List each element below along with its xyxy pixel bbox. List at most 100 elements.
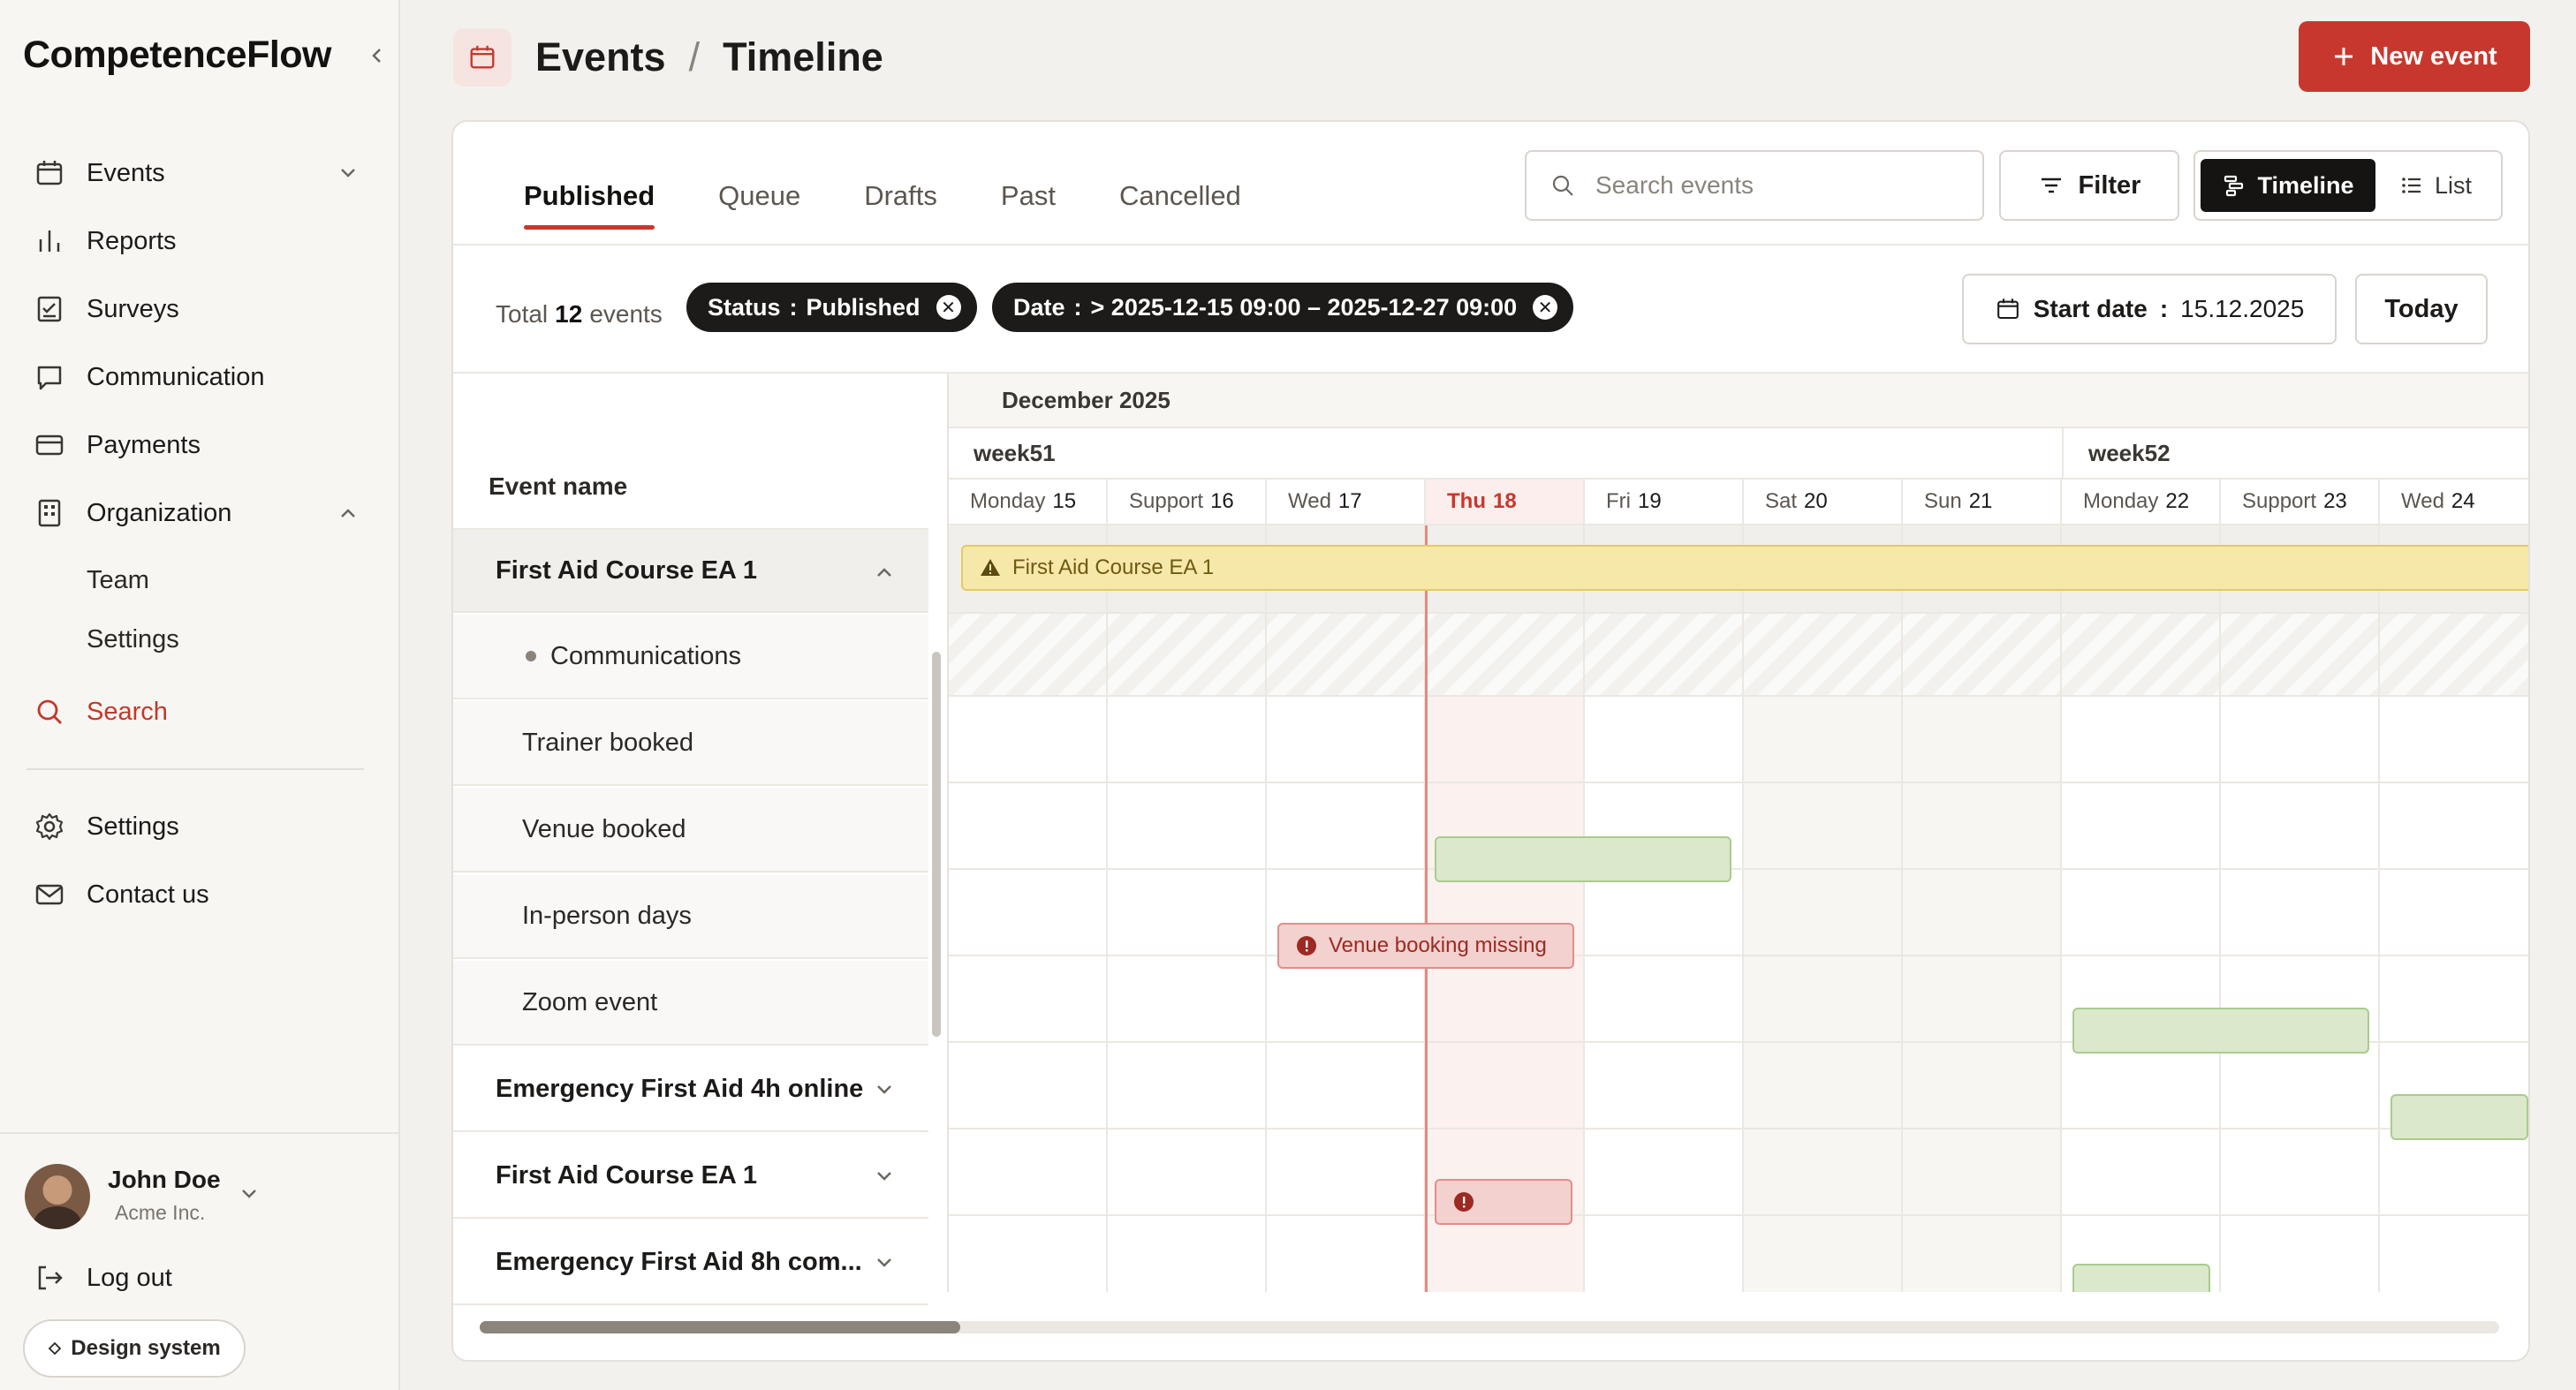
- sidebar-item-payments[interactable]: Payments: [34, 419, 360, 472]
- grid-line: [1583, 525, 1585, 1292]
- grid-line: [949, 868, 2528, 870]
- chevron-down-icon[interactable]: [237, 1182, 261, 1206]
- task-bar-zoom-event[interactable]: [2390, 1094, 2528, 1140]
- sidebar-item-events[interactable]: Events: [34, 147, 360, 200]
- week-header-52: week52: [2062, 428, 2528, 480]
- sidebar-item-surveys[interactable]: Surveys: [34, 283, 360, 336]
- filter-chip-date[interactable]: Date : > 2025-12-15 09:00 – 2025-12-27 0…: [992, 283, 1574, 332]
- view-list-button[interactable]: List: [2375, 159, 2496, 212]
- user-org: Acme Inc.: [115, 1201, 206, 1224]
- warning-icon: [981, 559, 1000, 576]
- calendar-icon: [470, 45, 495, 69]
- chip-key: Date: [1013, 293, 1065, 321]
- chevron-down-icon[interactable]: [872, 1164, 897, 1189]
- tabs-divider: [453, 244, 2528, 246]
- sidebar-subitem-team[interactable]: Team: [87, 558, 149, 602]
- avatar[interactable]: [25, 1164, 90, 1229]
- close-icon[interactable]: ✕: [936, 295, 961, 320]
- horizontal-scrollbar-thumb[interactable]: [480, 1321, 960, 1333]
- event-bar-success[interactable]: [2072, 1264, 2210, 1292]
- search-icon: [1552, 175, 1573, 196]
- sidebar-item-reports[interactable]: Reports: [34, 215, 360, 268]
- tab-past[interactable]: Past: [1001, 170, 1056, 223]
- event-row[interactable]: Emergency First Aid 8h com...: [453, 1220, 928, 1305]
- subtask-row[interactable]: Zoom event: [453, 961, 928, 1046]
- task-bar-trainer-booked[interactable]: [1435, 836, 1731, 882]
- sidebar-item-settings[interactable]: Settings: [34, 800, 360, 853]
- sidebar-item-label: Search: [87, 697, 168, 726]
- logout-button[interactable]: Log out: [34, 1256, 172, 1300]
- view-timeline-button[interactable]: Timeline: [2201, 159, 2375, 212]
- day-header: Wed 17: [1267, 480, 1426, 525]
- close-icon[interactable]: ✕: [1533, 295, 1558, 320]
- event-row[interactable]: First Aid Course EA 1: [453, 1134, 928, 1219]
- breadcrumb-events[interactable]: Events: [535, 34, 666, 80]
- sidebar-item-communication[interactable]: Communication: [34, 351, 360, 404]
- start-date-picker[interactable]: Start date : 15.12.2025: [1962, 274, 2337, 344]
- sidebar-item-label: Settings: [87, 812, 179, 841]
- today-button[interactable]: Today: [2355, 274, 2488, 344]
- search-input[interactable]: [1595, 171, 1966, 200]
- design-system-button[interactable]: Design system: [23, 1319, 246, 1378]
- day-header: Wed 24: [2380, 480, 2528, 525]
- day-header: Sat 20: [1744, 480, 1903, 525]
- grid-line: [949, 1128, 2528, 1129]
- sidebar-subitem-settings[interactable]: Settings: [87, 617, 179, 661]
- new-event-button[interactable]: New event: [2299, 21, 2530, 92]
- tab-drafts[interactable]: Drafts: [864, 170, 937, 223]
- subtask-row-label: Zoom event: [522, 987, 658, 1016]
- tab-cancelled[interactable]: Cancelled: [1119, 170, 1241, 223]
- event-bar-label: First Aid Course EA 1: [1012, 555, 1215, 579]
- day-number: 20: [1804, 489, 1828, 513]
- view-timeline-label: Timeline: [2257, 171, 2354, 199]
- day-number: 18: [1492, 489, 1517, 513]
- mail-icon: [35, 884, 64, 905]
- week-header-51: week51: [949, 428, 2062, 480]
- chevron-up-icon[interactable]: [336, 501, 360, 525]
- tab-queue[interactable]: Queue: [718, 170, 800, 223]
- sidebar-item-contact-us[interactable]: Contact us: [34, 868, 360, 921]
- sidebar-item-label: Contact us: [87, 880, 209, 909]
- day-number: 15: [1052, 489, 1077, 513]
- total-events: Total 12 events: [496, 291, 663, 337]
- subtask-row[interactable]: Venue booked: [453, 788, 928, 873]
- event-row[interactable]: Emergency First Aid 4h online: [453, 1047, 928, 1132]
- search-field[interactable]: [1525, 150, 1984, 221]
- task-bar-in-person-days[interactable]: [2072, 1008, 2369, 1054]
- event-bar-warning[interactable]: First Aid Course EA 1: [961, 545, 2528, 591]
- day-name: Support: [2242, 489, 2317, 513]
- timeline-card: Published Queue Drafts Past Cancelled Fi…: [451, 120, 2530, 1362]
- subtask-row[interactable]: In-person days: [453, 874, 928, 959]
- brand-logo[interactable]: CompetenceFlow: [23, 34, 332, 77]
- chevron-down-icon[interactable]: [872, 1077, 897, 1102]
- chevron-up-icon[interactable]: [872, 560, 897, 585]
- chevron-down-icon[interactable]: [872, 1250, 897, 1275]
- user-name[interactable]: John Doe: [108, 1166, 221, 1194]
- error-icon: [1297, 936, 1316, 956]
- chevron-down-icon[interactable]: [336, 161, 360, 185]
- day-header: Monday 22: [2062, 480, 2221, 525]
- tab-published[interactable]: Published: [524, 170, 655, 230]
- total-suffix: events: [589, 300, 663, 328]
- day-number: 21: [1968, 489, 1993, 513]
- day-name: Wed: [2401, 489, 2444, 513]
- day-name: Sun: [1924, 489, 1962, 513]
- event-bar-error[interactable]: [1435, 1179, 1572, 1225]
- chip-sep: :: [1073, 293, 1082, 321]
- sidebar-item-search[interactable]: Search: [34, 685, 360, 738]
- task-bar-venue-booking-missing[interactable]: Venue booking missing: [1277, 923, 1574, 969]
- sidebar-item-organization[interactable]: Organization: [34, 487, 360, 540]
- filter-button[interactable]: Filter: [1999, 150, 2179, 221]
- grid-line: [1742, 525, 1744, 1292]
- subtask-row[interactable]: Communications: [453, 615, 928, 699]
- chevron-left-icon[interactable]: [367, 42, 385, 69]
- filter-chip-status[interactable]: Status : Published ✕: [686, 283, 977, 332]
- start-date-value: 15.12.2025: [2180, 295, 2305, 322]
- vertical-scrollbar[interactable]: [932, 652, 941, 1037]
- breadcrumb-separator: /: [688, 34, 701, 79]
- error-icon: [1454, 1192, 1474, 1212]
- building-icon: [38, 499, 61, 527]
- subtask-row[interactable]: Trainer booked: [453, 701, 928, 786]
- day-name: Support: [1129, 489, 1204, 513]
- event-row[interactable]: First Aid Course EA 1: [453, 528, 928, 613]
